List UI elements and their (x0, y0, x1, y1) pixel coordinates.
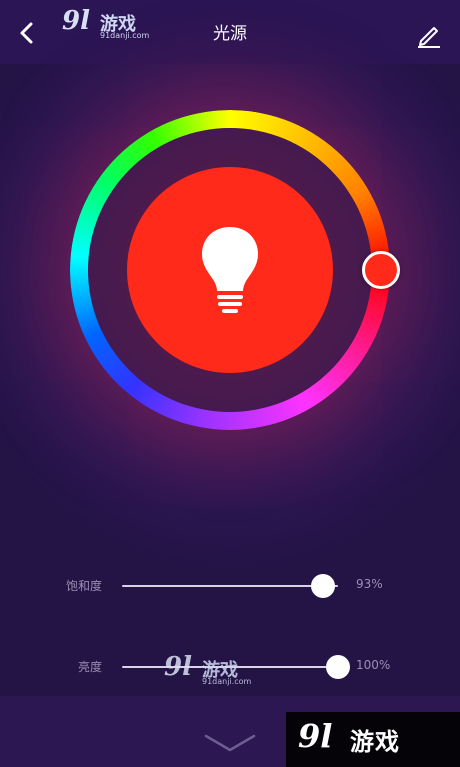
watermark-middle: 9l 游戏 91danji.com (164, 652, 264, 690)
watermark-logo-number: 9l (298, 717, 333, 755)
saturation-value: 93% (356, 577, 383, 591)
brightness-slider-thumb[interactable] (326, 655, 350, 679)
edit-button[interactable] (416, 22, 442, 48)
watermark-logo-name: 游戏 (350, 728, 400, 756)
pencil-icon (418, 27, 440, 48)
top-bar: 光源 9l 游戏 91danji.com (0, 0, 460, 64)
brightness-value: 100% (356, 658, 391, 672)
color-picker-knob[interactable] (362, 251, 400, 289)
light-source-screen: 光源 9l 游戏 91danji.com 饱和度 93% 亮度 100% 9l … (0, 0, 460, 767)
watermark-url: 91danji.com (202, 677, 252, 686)
back-button[interactable] (14, 20, 40, 46)
lightbulb-icon (202, 227, 258, 313)
color-wheel[interactable] (60, 100, 400, 440)
saturation-label: 饱和度 (65, 579, 102, 593)
saturation-slider-thumb[interactable] (310, 574, 335, 598)
saturation-slider[interactable] (122, 574, 338, 598)
watermark-top: 9l 游戏 91danji.com (62, 6, 162, 44)
watermark-logo-number: 9l (62, 6, 90, 36)
chevron-down-icon[interactable] (202, 732, 258, 754)
saturation-slider-row: 饱和度 93% (0, 571, 460, 601)
brightness-label: 亮度 (77, 660, 102, 674)
chevron-left-icon (20, 22, 33, 44)
watermark-url: 91danji.com (100, 31, 150, 40)
watermark-logo-number: 9l (164, 652, 192, 682)
watermark-bottom: 9l 游戏 (286, 712, 460, 767)
